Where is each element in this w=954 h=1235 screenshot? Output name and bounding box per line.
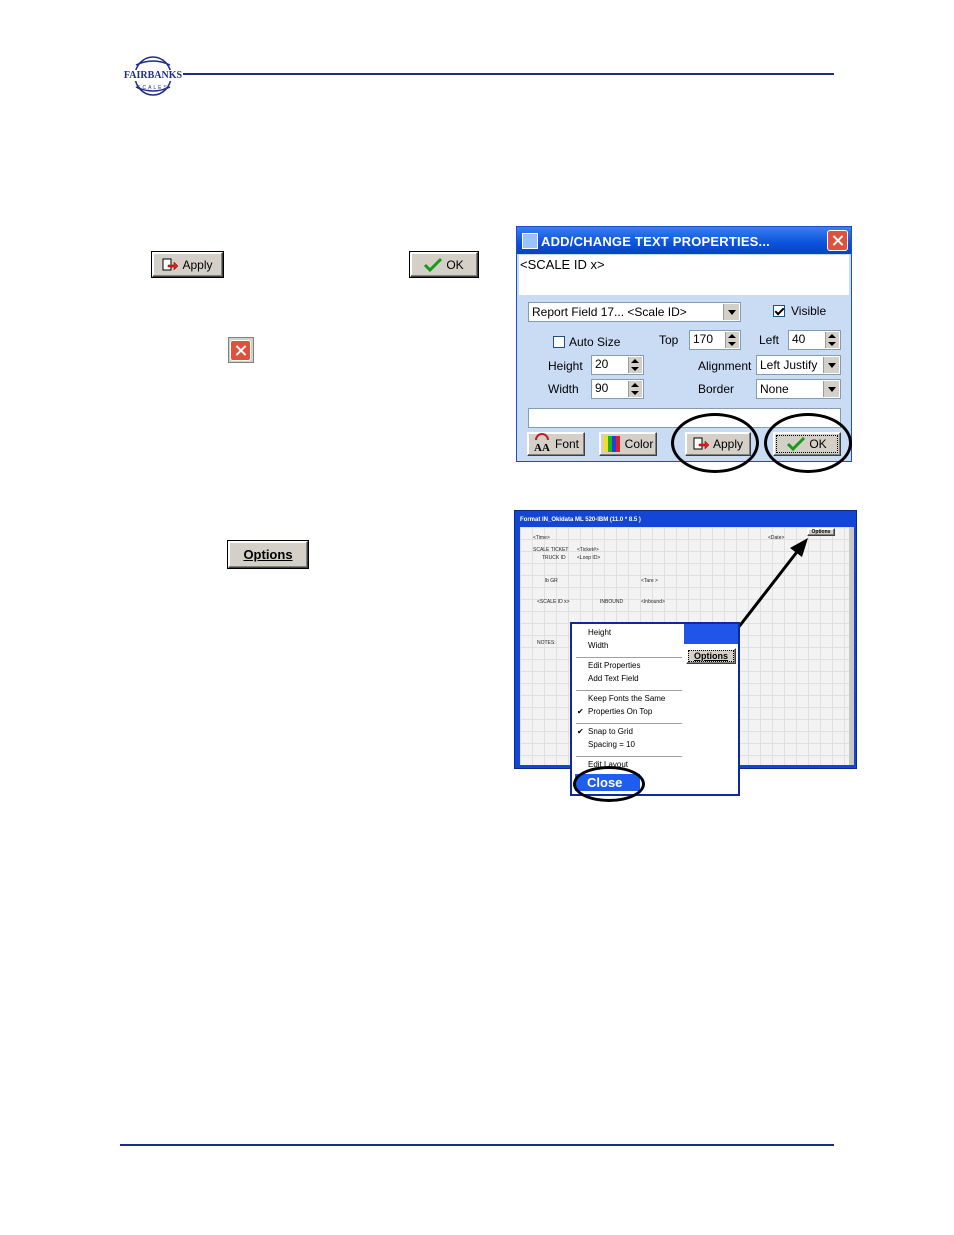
menu-item-snap-to-grid[interactable]: Snap to Grid: [588, 727, 633, 736]
menu-separator: [576, 657, 682, 658]
menu-item-width[interactable]: Width: [588, 641, 608, 650]
menu-item-properties-on-top[interactable]: Properties On Top: [588, 707, 652, 716]
menu-item-spacing[interactable]: Spacing = 10: [588, 740, 635, 749]
menu-separator: [576, 756, 682, 757]
menu-separator: [576, 690, 682, 691]
menu-item-keep-fonts[interactable]: Keep Fonts the Same: [588, 694, 665, 703]
popup-side-bar: [684, 624, 738, 644]
pointer-arrow: [736, 538, 808, 629]
options-label: Options: [694, 651, 728, 661]
popup-side-panel: Options: [684, 624, 738, 794]
menu-item-edit-properties[interactable]: Edit Properties: [588, 661, 640, 670]
menu-item-height[interactable]: Height: [588, 628, 611, 637]
check-icon: ✔: [577, 727, 584, 736]
check-icon: ✔: [577, 707, 584, 716]
close-highlight-circle: [573, 766, 645, 802]
menu-separator: [576, 723, 682, 724]
menu-item-add-text-field[interactable]: Add Text Field: [588, 674, 639, 683]
options-button-popup[interactable]: Options: [686, 648, 736, 664]
footer-rule: [120, 1144, 834, 1146]
